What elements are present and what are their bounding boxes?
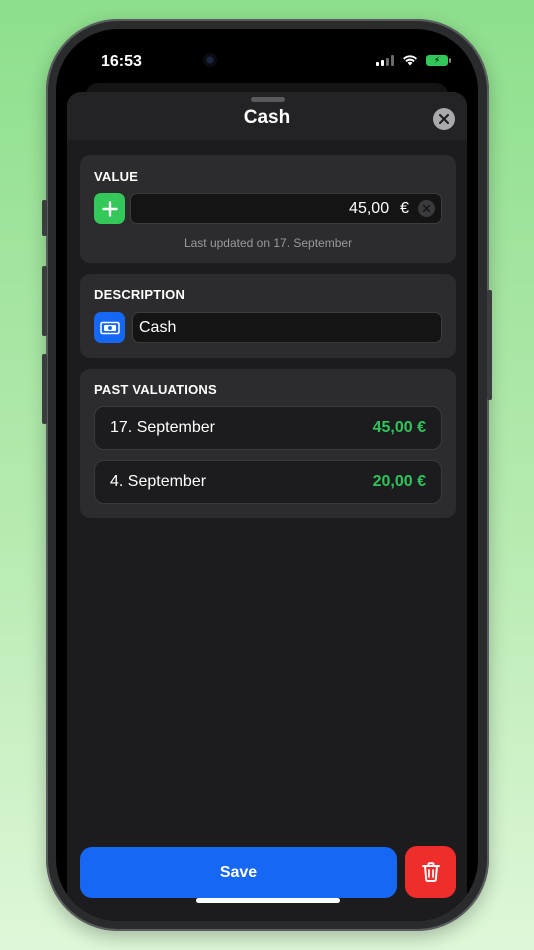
sheet-title: Cash bbox=[243, 107, 291, 128]
sheet-grabber[interactable] bbox=[251, 97, 285, 102]
description-card: DESCRIPTION Cash bbox=[80, 274, 456, 358]
action-button bbox=[42, 200, 47, 236]
valuation-amount: 20,00 € bbox=[372, 473, 426, 490]
clear-value-button[interactable] bbox=[418, 200, 435, 217]
delete-button[interactable] bbox=[405, 846, 456, 898]
banknote-icon bbox=[99, 321, 120, 334]
value-card: VALUE 45,00 € Last updated on 17. Septem… bbox=[80, 155, 456, 263]
close-icon bbox=[439, 114, 449, 124]
description-icon-button[interactable] bbox=[94, 312, 125, 343]
save-button[interactable]: Save bbox=[80, 847, 397, 898]
value-currency: € bbox=[400, 199, 409, 217]
past-valuations-card: PAST VALUATIONS 17. September 45,00 € 4.… bbox=[80, 369, 456, 518]
wifi-icon bbox=[403, 55, 417, 66]
value-amount: 45,00 bbox=[349, 199, 390, 217]
volume-down-button bbox=[42, 354, 47, 424]
signal-icon bbox=[376, 54, 394, 66]
screen: 16:53 ⚡ Cash VALUE 45,00 € Last updated … bbox=[56, 29, 478, 921]
status-icons: ⚡ bbox=[376, 54, 451, 66]
valuation-row[interactable]: 17. September 45,00 € bbox=[94, 406, 442, 450]
value-section-title: VALUE bbox=[94, 169, 139, 184]
valuation-row[interactable]: 4. September 20,00 € bbox=[94, 460, 442, 504]
valuation-amount: 45,00 € bbox=[372, 419, 426, 436]
charging-icon: ⚡ bbox=[433, 54, 441, 65]
past-valuations-title: PAST VALUATIONS bbox=[94, 382, 217, 397]
camera-icon bbox=[203, 53, 217, 67]
status-time: 16:53 bbox=[101, 53, 142, 70]
clear-icon bbox=[423, 205, 430, 212]
description-input[interactable]: Cash bbox=[132, 312, 442, 343]
battery-icon: ⚡ bbox=[426, 54, 451, 66]
edit-asset-sheet: Cash VALUE 45,00 € Last updated on 17. S… bbox=[67, 92, 467, 921]
value-input[interactable]: 45,00 € bbox=[130, 193, 442, 224]
add-value-button[interactable] bbox=[94, 193, 125, 224]
close-button[interactable] bbox=[433, 108, 455, 130]
home-indicator[interactable] bbox=[196, 898, 340, 903]
last-updated-text: Last updated on 17. September bbox=[183, 236, 353, 250]
valuation-date: 4. September bbox=[110, 473, 207, 490]
volume-up-button bbox=[42, 266, 47, 336]
valuation-date: 17. September bbox=[110, 419, 215, 436]
description-section-title: DESCRIPTION bbox=[94, 287, 186, 302]
dynamic-island bbox=[203, 43, 327, 77]
plus-icon bbox=[101, 200, 118, 217]
power-button bbox=[487, 290, 492, 400]
sheet-header: Cash bbox=[67, 92, 467, 140]
trash-icon bbox=[421, 862, 440, 882]
